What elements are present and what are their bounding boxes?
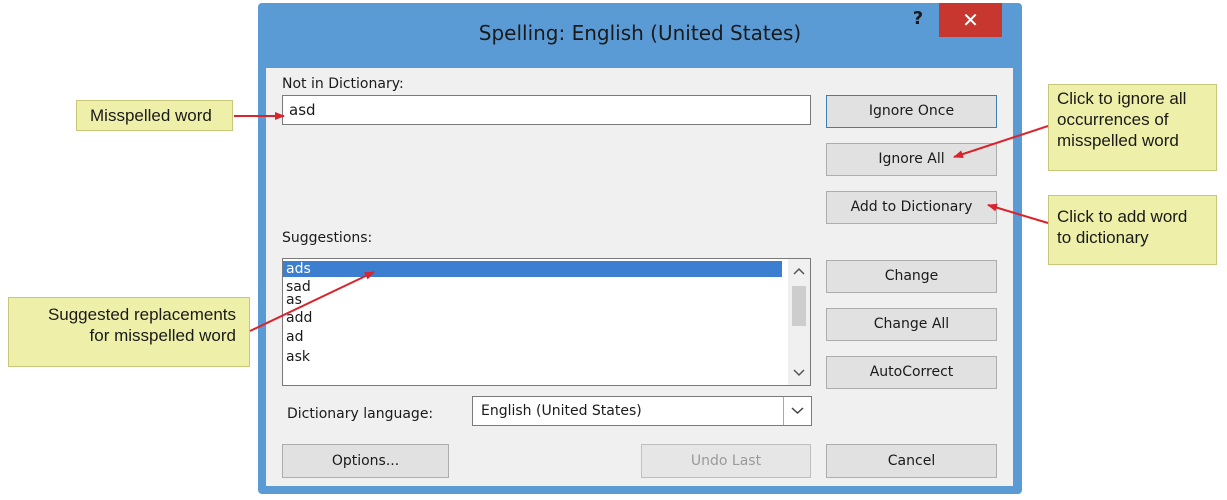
arrow-to-suggestions [249, 271, 375, 332]
arrow-to-add-to-dictionary [987, 203, 1049, 224]
callout-arrows [234, 112, 1049, 332]
arrow-to-ignore-all [953, 125, 1049, 158]
